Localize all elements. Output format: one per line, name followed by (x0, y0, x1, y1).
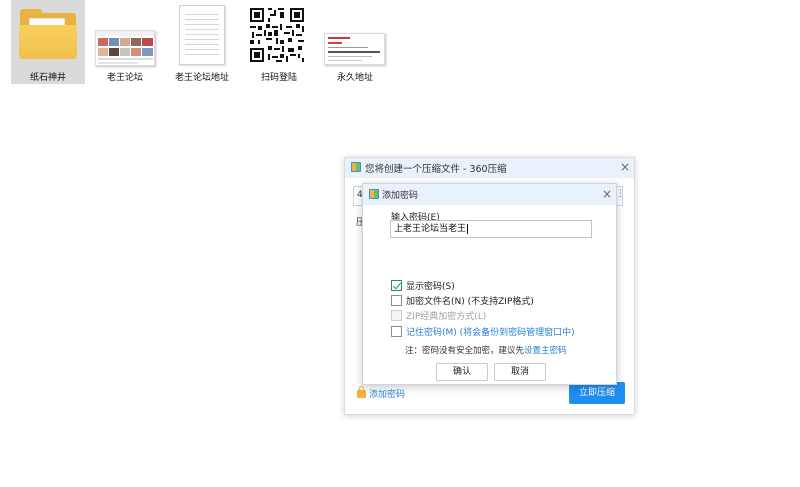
encrypt-filename-checkbox[interactable] (391, 295, 402, 306)
set-master-password-link[interactable]: 设置主密码 (524, 346, 567, 356)
cancel-button[interactable]: 取消 (494, 363, 546, 381)
more-icon[interactable]: ⋮ (616, 189, 625, 199)
compress-dialog-title: 您将创建一个压缩文件 - 360压缩 (365, 164, 507, 175)
show-password-option[interactable]: 显示密码(S) (391, 279, 455, 292)
desktop-icon-label: 永久地址 (336, 73, 373, 83)
desktop-icon-label: 老王论坛 (106, 73, 143, 83)
confirm-button[interactable]: 确认 (436, 363, 488, 381)
desktop-icon-image-forum[interactable]: 老王论坛 (89, 0, 161, 84)
app-logo-icon (351, 162, 361, 172)
image-thumbnail-icon (324, 33, 385, 65)
desktop-icon-label: 纸石神井 (29, 73, 66, 83)
add-password-title: 添加密码 (382, 191, 419, 201)
add-password-link[interactable]: 添加密码 (357, 385, 406, 400)
desktop-icon-qrcode[interactable]: 扫码登陆 (243, 0, 315, 84)
remember-password-label: 记住密码(M) (将会备份到密码管理窗口中) (406, 328, 575, 338)
desktop-icon-label: 扫码登陆 (260, 73, 297, 83)
compress-now-button[interactable]: 立即压缩 (569, 382, 625, 404)
desktop-icon-label: 老王论坛地址 (174, 73, 229, 83)
zip-classic-encryption-label: ZIP经典加密方式(L) (406, 312, 487, 322)
zip-classic-encryption-checkbox (391, 310, 402, 321)
add-password-dialog: 添加密码 × 输入密码(E) 上老王论坛当老王 显示密码(S) 加密文件名(N)… (362, 183, 617, 385)
zip-classic-encryption-option: ZIP经典加密方式(L) (391, 309, 486, 322)
image-thumbnail-icon (95, 30, 155, 66)
folder-icon (19, 9, 77, 59)
close-icon[interactable]: × (620, 161, 630, 173)
text-cursor (467, 223, 469, 234)
add-password-label: 添加密码 (369, 390, 406, 400)
desktop-icon-image-permanent[interactable]: 永久地址 (319, 0, 391, 84)
show-password-checkbox[interactable] (391, 280, 402, 291)
security-note: 注：密码没有安全加密，建议先设置主密码 (405, 344, 567, 356)
app-logo-icon (369, 189, 379, 199)
desktop-icon-document[interactable]: 老王论坛地址 (165, 0, 239, 84)
close-icon[interactable]: × (602, 188, 612, 200)
qr-code-icon (248, 6, 306, 64)
text-document-icon (179, 5, 225, 65)
encrypt-filename-option[interactable]: 加密文件名(N) (不支持ZIP格式) (391, 294, 534, 307)
password-value: 上老王论坛当老王 (394, 224, 467, 234)
compress-dialog-titlebar: 您将创建一个压缩文件 - 360压缩 × (345, 158, 634, 178)
encrypt-filename-label: 加密文件名(N) (不支持ZIP格式) (406, 297, 534, 307)
remember-password-checkbox[interactable] (391, 326, 402, 337)
desktop-icon-folder[interactable]: 纸石神井 (11, 0, 85, 84)
show-password-label: 显示密码(S) (406, 282, 455, 292)
remember-password-option[interactable]: 记住密码(M) (将会备份到密码管理窗口中) (391, 325, 575, 338)
add-password-titlebar: 添加密码 × (363, 184, 616, 205)
password-input[interactable]: 上老王论坛当老王 (390, 220, 592, 238)
lock-icon (357, 385, 366, 398)
security-note-text: 注：密码没有安全加密，建议先 (405, 346, 525, 356)
